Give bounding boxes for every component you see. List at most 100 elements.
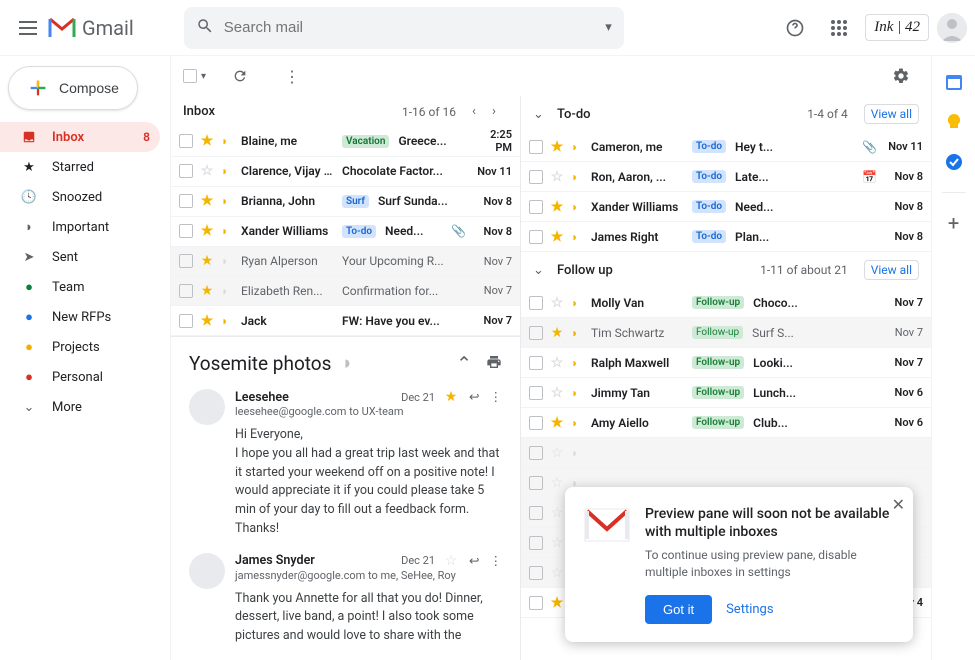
importance-marker-icon[interactable]: ◗ bbox=[571, 296, 585, 310]
sidebar-item-inbox[interactable]: Inbox8 bbox=[0, 122, 160, 152]
star-icon[interactable]: ☆ bbox=[549, 385, 565, 401]
reply-icon[interactable]: ↩ bbox=[469, 389, 479, 405]
star-icon[interactable]: ☆ bbox=[549, 445, 565, 461]
support-icon[interactable] bbox=[777, 10, 813, 46]
email-row[interactable]: ☆ ◗ Ron, Aaron, ... To-do Late... 📅 Nov … bbox=[521, 162, 931, 192]
sidebar-item-starred[interactable]: ★Starred bbox=[0, 152, 160, 182]
tasks-icon[interactable] bbox=[944, 152, 964, 172]
star-icon[interactable]: ★ bbox=[549, 139, 565, 155]
sidebar-item-snoozed[interactable]: 🕓Snoozed bbox=[0, 182, 160, 212]
sidebar-item-projects[interactable]: ●Projects bbox=[0, 332, 160, 362]
star-icon[interactable]: ★ bbox=[199, 193, 215, 209]
importance-marker-icon[interactable]: ◗ bbox=[221, 284, 235, 298]
email-row[interactable]: ☆ ◗ Molly Van Follow-up Choco... Nov 7 bbox=[521, 288, 931, 318]
importance-marker-icon[interactable]: ◗ bbox=[221, 314, 235, 328]
sidebar-item-personal[interactable]: ●Personal bbox=[0, 362, 160, 392]
star-icon[interactable]: ★ bbox=[549, 199, 565, 215]
importance-marker-icon[interactable]: ◗ bbox=[571, 356, 585, 370]
email-row[interactable]: ☆ ◗ Clarence, Vijay 13 Chocolate Factor.… bbox=[171, 157, 520, 187]
print-icon[interactable] bbox=[486, 352, 502, 375]
importance-marker-icon[interactable]: ◗ bbox=[221, 194, 235, 208]
star-icon[interactable]: ☆ bbox=[199, 163, 215, 179]
importance-marker-icon[interactable]: ◗ bbox=[571, 140, 585, 154]
importance-marker-icon[interactable]: ◗ bbox=[221, 224, 235, 238]
email-row[interactable]: ★ ◗ Xander Williams To-do Need... Nov 8 bbox=[521, 192, 931, 222]
star-icon[interactable]: ★ bbox=[199, 253, 215, 269]
sidebar-item-new-rfps[interactable]: ●New RFPs bbox=[0, 302, 160, 332]
got-it-button[interactable]: Got it bbox=[645, 595, 712, 624]
star-icon[interactable]: ☆ bbox=[549, 505, 565, 521]
star-icon[interactable]: ★ bbox=[549, 229, 565, 245]
todo-view-all[interactable]: View all bbox=[864, 104, 919, 124]
prev-page-icon[interactable]: ‹ bbox=[472, 104, 488, 119]
row-checkbox[interactable] bbox=[529, 326, 543, 340]
row-checkbox[interactable] bbox=[179, 134, 193, 148]
importance-marker-icon[interactable]: ◗ bbox=[571, 446, 585, 460]
email-row[interactable]: ★ ◗ Elizabeth Ren... Confirmation for...… bbox=[171, 276, 520, 306]
row-checkbox[interactable] bbox=[529, 230, 543, 244]
star-icon[interactable]: ☆ bbox=[549, 169, 565, 185]
sidebar-item-team[interactable]: ●Team bbox=[0, 272, 160, 302]
refresh-icon[interactable] bbox=[222, 58, 258, 94]
keep-icon[interactable] bbox=[944, 112, 964, 132]
email-row[interactable]: ☆ ◗ Ralph Maxwell Follow-up Looki... Nov… bbox=[521, 348, 931, 378]
more-icon[interactable]: ⋮ bbox=[490, 553, 503, 569]
email-row[interactable]: ★ ◗ James Right To-do Plan... Nov 8 bbox=[521, 222, 931, 252]
email-row[interactable]: ★ ◗ Xander Williams To-do Need... 📎 Nov … bbox=[171, 217, 520, 247]
row-checkbox[interactable] bbox=[179, 254, 193, 268]
row-checkbox[interactable] bbox=[529, 386, 543, 400]
importance-marker-icon[interactable]: ◗ bbox=[571, 386, 585, 400]
row-checkbox[interactable] bbox=[529, 416, 543, 430]
settings-link[interactable]: Settings bbox=[726, 602, 773, 617]
importance-marker-icon[interactable]: ◗ bbox=[221, 164, 235, 178]
star-icon[interactable]: ☆ bbox=[443, 553, 459, 569]
email-row[interactable]: ★ ◗ Blaine, me Vacation Greece... 2:25 P… bbox=[171, 127, 520, 157]
importance-marker-icon[interactable]: ◗ bbox=[571, 416, 585, 430]
star-icon[interactable]: ☆ bbox=[549, 295, 565, 311]
email-row[interactable]: ★ ◗ Cameron, me To-do Hey t... 📎 Nov 11 bbox=[521, 132, 931, 162]
star-icon[interactable]: ☆ bbox=[549, 565, 565, 581]
star-icon[interactable]: ★ bbox=[199, 223, 215, 239]
importance-marker-icon[interactable]: ◗ bbox=[571, 230, 585, 244]
row-checkbox[interactable] bbox=[529, 446, 543, 460]
select-dropdown-icon[interactable]: ▾ bbox=[201, 71, 206, 82]
add-addon-icon[interactable]: + bbox=[944, 213, 964, 233]
more-icon[interactable]: ⋮ bbox=[274, 58, 310, 94]
settings-gear-icon[interactable] bbox=[883, 58, 919, 94]
star-icon[interactable]: ★ bbox=[549, 325, 565, 341]
email-row[interactable]: ★ ◗ Amy Aiello Follow-up Club... Nov 6 bbox=[521, 408, 931, 438]
star-icon[interactable]: ★ bbox=[199, 133, 215, 149]
row-checkbox[interactable] bbox=[529, 356, 543, 370]
importance-marker-icon[interactable]: ◗ bbox=[221, 254, 235, 268]
email-row[interactable]: ★ ◗ Brianna, John Surf Surf Sunda... Nov… bbox=[171, 187, 520, 217]
row-checkbox[interactable] bbox=[179, 224, 193, 238]
user-avatar[interactable] bbox=[937, 13, 967, 43]
select-all-checkbox[interactable] bbox=[183, 69, 197, 83]
sidebar-item-more[interactable]: ⌄More bbox=[0, 392, 160, 422]
star-icon[interactable]: ★ bbox=[199, 283, 215, 299]
collapse-icon[interactable]: ⌃ bbox=[456, 352, 472, 375]
row-checkbox[interactable] bbox=[529, 536, 543, 550]
reply-icon[interactable]: ↩ bbox=[469, 553, 479, 569]
apps-grid-icon[interactable] bbox=[821, 10, 857, 46]
email-row[interactable]: ★ ◗ Ryan Alperson Your Upcoming R... Nov… bbox=[171, 247, 520, 277]
close-icon[interactable]: ✕ bbox=[892, 495, 905, 514]
compose-button[interactable]: Compose bbox=[8, 66, 138, 110]
row-checkbox[interactable] bbox=[529, 596, 543, 610]
search-options-icon[interactable]: ▾ bbox=[605, 20, 612, 35]
importance-marker-icon[interactable]: ◗ bbox=[571, 200, 585, 214]
search-input[interactable] bbox=[224, 19, 595, 36]
collapse-todo-icon[interactable]: ⌄ bbox=[533, 107, 549, 122]
importance-marker-icon[interactable]: ◗ bbox=[571, 170, 585, 184]
row-checkbox[interactable] bbox=[179, 284, 193, 298]
email-row[interactable]: ☆ ◗ Jimmy Tan Follow-up Lunch... Nov 6 bbox=[521, 378, 931, 408]
email-row[interactable]: ★ ◗ Jack FW: Have you ev... Nov 7 bbox=[171, 306, 520, 336]
star-icon[interactable]: ★ bbox=[443, 389, 459, 405]
search-box[interactable]: ▾ bbox=[184, 7, 624, 49]
row-checkbox[interactable] bbox=[529, 200, 543, 214]
calendar-icon[interactable] bbox=[944, 72, 964, 92]
importance-marker-icon[interactable]: ◗ bbox=[221, 134, 235, 148]
row-checkbox[interactable] bbox=[179, 164, 193, 178]
row-checkbox[interactable] bbox=[529, 140, 543, 154]
row-checkbox[interactable] bbox=[529, 170, 543, 184]
